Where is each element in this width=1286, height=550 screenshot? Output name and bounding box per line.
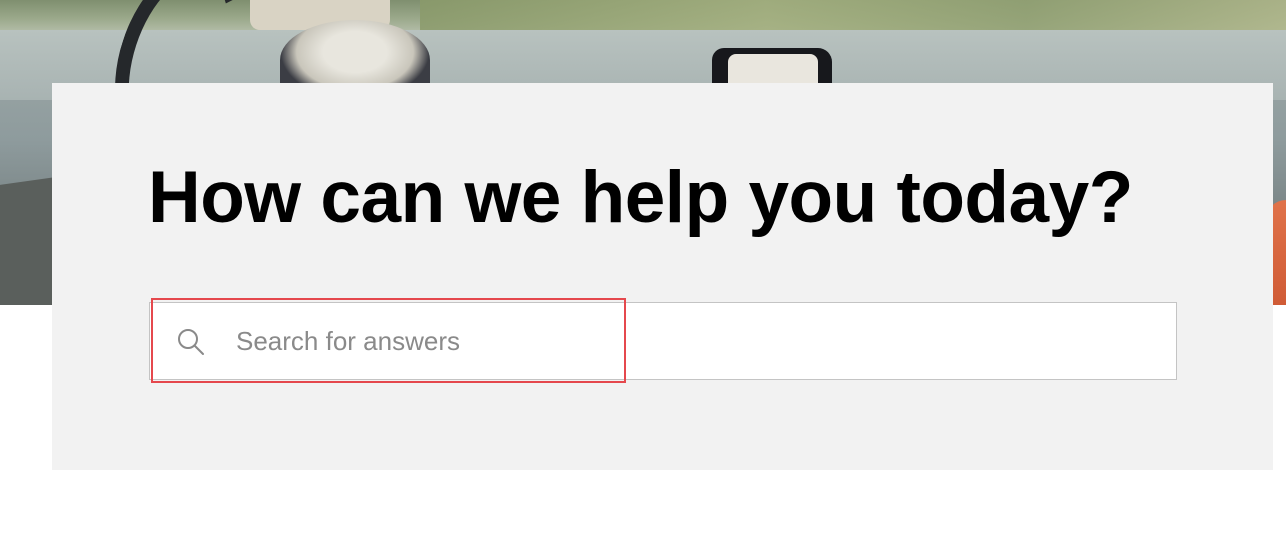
search-box[interactable] [149, 302, 1177, 380]
search-input[interactable] [236, 303, 1156, 379]
search-icon [176, 327, 206, 357]
page-title: How can we help you today? [148, 157, 1133, 238]
hero-tree-line [420, 0, 1286, 30]
help-center-page: How can we help you today? [0, 0, 1286, 550]
help-search-card: How can we help you today? [52, 83, 1273, 470]
